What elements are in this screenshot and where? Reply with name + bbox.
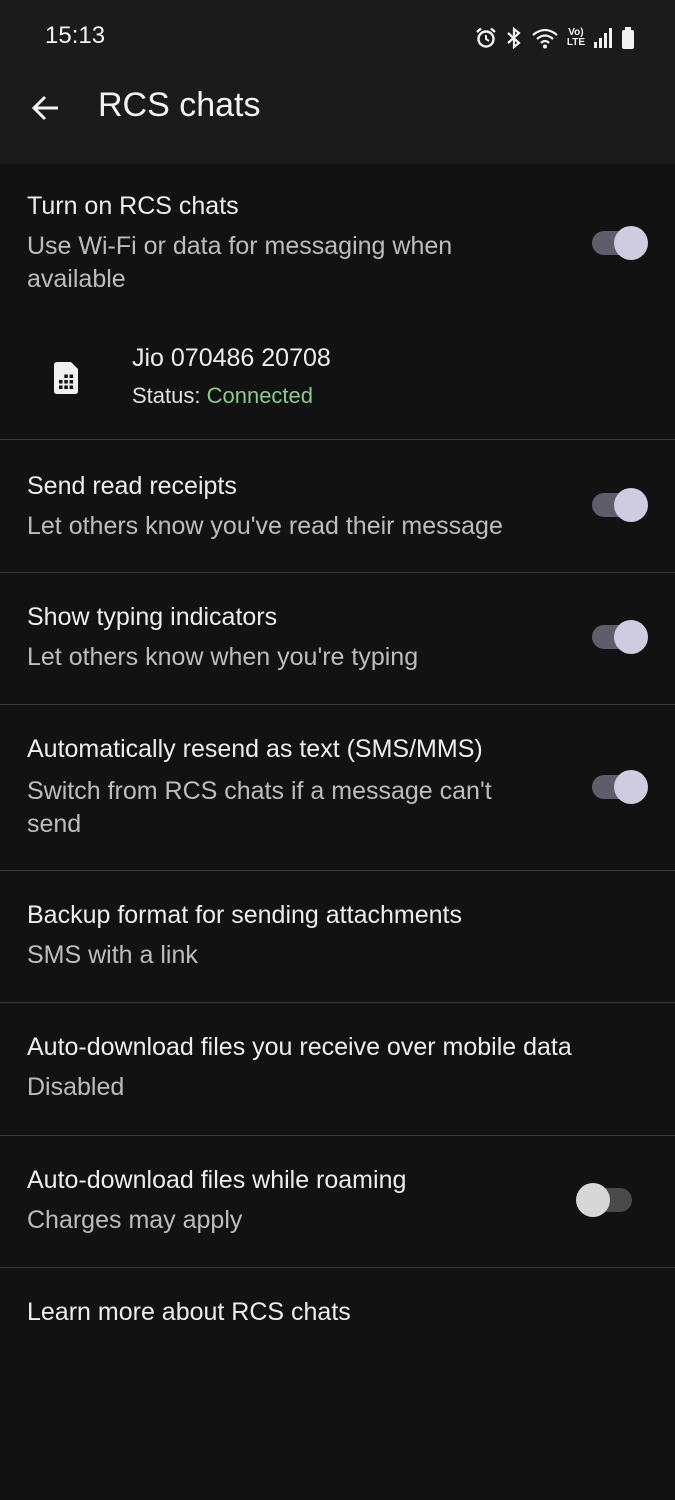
read-receipts-toggle[interactable] xyxy=(592,488,648,522)
toggle-knob xyxy=(576,1183,610,1217)
arrow-left-icon[interactable] xyxy=(28,90,64,126)
battery-icon xyxy=(621,27,635,49)
auto-download-mobile-title: Auto-download files you receive over mob… xyxy=(27,1033,572,1061)
learn-more-row[interactable]: Learn more about RCS chats xyxy=(0,1268,675,1358)
toggle-knob xyxy=(614,620,648,654)
read-receipts-title: Send read receipts xyxy=(27,472,237,500)
rcs-toggle[interactable] xyxy=(592,226,648,260)
read-receipts-subtitle: Let others know you've read their messag… xyxy=(27,512,503,540)
learn-more-link[interactable]: Learn more about RCS chats xyxy=(27,1298,351,1327)
typing-indicators-subtitle: Let others know when you're typing xyxy=(27,643,419,671)
toggle-knob xyxy=(614,488,648,522)
auto-download-roaming-toggle[interactable] xyxy=(576,1183,632,1217)
page-title: RCS chats xyxy=(98,86,261,124)
auto-resend-toggle[interactable] xyxy=(592,770,648,804)
auto-download-roaming-title: Auto-download files while roaming xyxy=(27,1166,407,1194)
backup-format-title: Backup format for sending attachments xyxy=(27,901,462,929)
typing-indicators-title: Show typing indicators xyxy=(27,603,278,631)
app-bar: RCS chats xyxy=(0,72,675,164)
status-connected: Connected xyxy=(206,383,314,408)
status-time: 15:13 xyxy=(45,22,106,49)
sim-name: Jio 070486 20708 xyxy=(132,344,331,372)
typing-indicators-toggle[interactable] xyxy=(592,620,648,654)
read-receipts-row[interactable]: Send read receipts Let others know you'v… xyxy=(0,440,675,573)
auto-download-mobile-value: Disabled xyxy=(27,1073,125,1101)
auto-download-mobile-row[interactable]: Auto-download files you receive over mob… xyxy=(0,1003,675,1136)
rcs-toggle-row[interactable]: Turn on RCS chats Use Wi-Fi or data for … xyxy=(0,164,675,314)
toggle-knob xyxy=(614,770,648,804)
auto-download-roaming-subtitle: Charges may apply xyxy=(27,1206,243,1234)
signal-icon xyxy=(593,28,613,48)
auto-resend-title: Automatically resend as text (SMS/MMS) xyxy=(27,735,483,763)
bluetooth-icon xyxy=(505,26,523,50)
volte-icon: Vo) LTE xyxy=(566,27,585,48)
backup-format-row[interactable]: Backup format for sending attachments SM… xyxy=(0,871,675,1003)
backup-format-value: SMS with a link xyxy=(27,941,198,969)
settings-list: Turn on RCS chats Use Wi-Fi or data for … xyxy=(0,164,675,1358)
typing-indicators-row[interactable]: Show typing indicators Let others know w… xyxy=(0,573,675,705)
toggle-knob xyxy=(614,226,648,260)
auto-download-roaming-row[interactable]: Auto-download files while roaming Charge… xyxy=(0,1136,675,1268)
sim-status: Status: Connected xyxy=(132,383,314,408)
rcs-section: Turn on RCS chats Use Wi-Fi or data for … xyxy=(0,164,675,440)
status-icons: Vo) LTE xyxy=(475,24,635,52)
rcs-title: Turn on RCS chats xyxy=(27,192,239,220)
auto-resend-row[interactable]: Automatically resend as text (SMS/MMS) S… xyxy=(0,705,675,871)
alarm-icon xyxy=(475,27,497,49)
wifi-icon xyxy=(531,27,559,49)
sim-card-icon xyxy=(52,361,80,395)
rcs-subtitle: Use Wi-Fi or data for messaging when ava… xyxy=(27,232,453,293)
status-bar: 15:13 Vo) LTE xyxy=(0,0,675,72)
auto-resend-subtitle: Switch from RCS chats if a message can't… xyxy=(27,777,492,838)
